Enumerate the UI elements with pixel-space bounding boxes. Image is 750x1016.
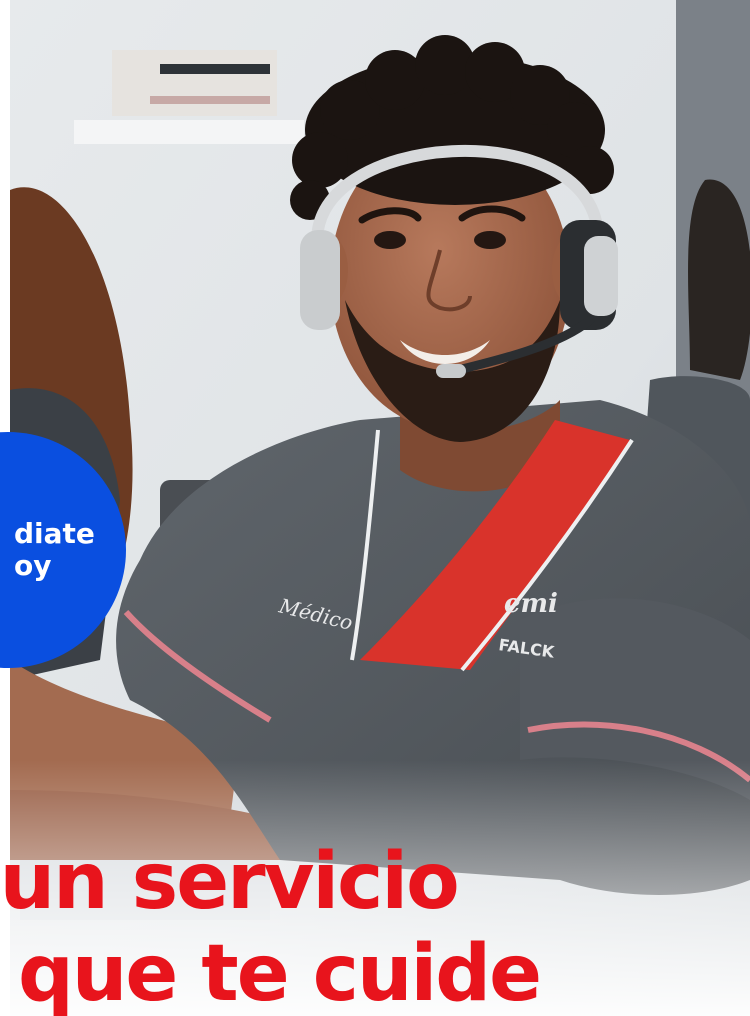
- promo-badge-text: diate oy: [14, 517, 95, 582]
- scrub-logo-emi: emi: [504, 589, 558, 619]
- headline-line1: s un servicio: [0, 837, 460, 927]
- headline-line2: que te cuide: [18, 929, 542, 1016]
- promo-badge-line2: oy: [14, 549, 52, 582]
- promo-badge-line1: diate: [14, 517, 95, 550]
- hero-banner: Médico emi FALCK diate oy s un servicio …: [0, 0, 750, 1016]
